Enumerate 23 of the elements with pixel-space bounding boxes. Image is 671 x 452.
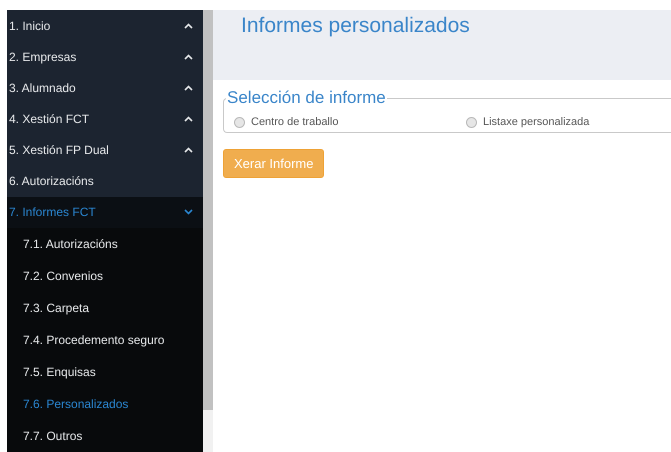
chevron-icon bbox=[184, 147, 193, 154]
chevron-icon bbox=[184, 22, 193, 29]
chevron-icon bbox=[184, 54, 193, 60]
submenu-item[interactable]: 7.4. Procedemento seguro bbox=[7, 324, 203, 356]
radio-option[interactable]: Centro de traballo bbox=[234, 116, 466, 128]
panel-legend: Selección de informe bbox=[226, 88, 387, 108]
submenu-item[interactable]: 7.7. Outros bbox=[7, 420, 203, 452]
radio-button[interactable] bbox=[234, 116, 245, 128]
chevron-icon bbox=[184, 209, 193, 216]
submenu-item[interactable]: 7.3. Carpeta bbox=[7, 292, 203, 324]
chevron-icon bbox=[184, 84, 193, 91]
sidebar-item[interactable]: 7. Informes FCT bbox=[7, 196, 203, 228]
radio-label: Centro de traballo bbox=[251, 116, 338, 128]
submenu-item[interactable]: 7.5. Enquisas bbox=[7, 356, 203, 388]
radio-label: Listaxe personalizada bbox=[483, 116, 590, 128]
radio-button[interactable] bbox=[466, 116, 477, 128]
page-title: Informes personalizados bbox=[241, 14, 471, 38]
scrollbar[interactable] bbox=[203, 10, 213, 452]
chevron-icon bbox=[184, 116, 193, 122]
radio-option[interactable]: Listaxe personalizada bbox=[466, 116, 671, 128]
submenu-item[interactable]: 7.2. Convenios bbox=[7, 260, 203, 292]
submenu-item[interactable]: 7.6. Personalizados bbox=[7, 388, 203, 420]
submenu-item[interactable]: 7.1. Autorizacións bbox=[7, 228, 203, 260]
